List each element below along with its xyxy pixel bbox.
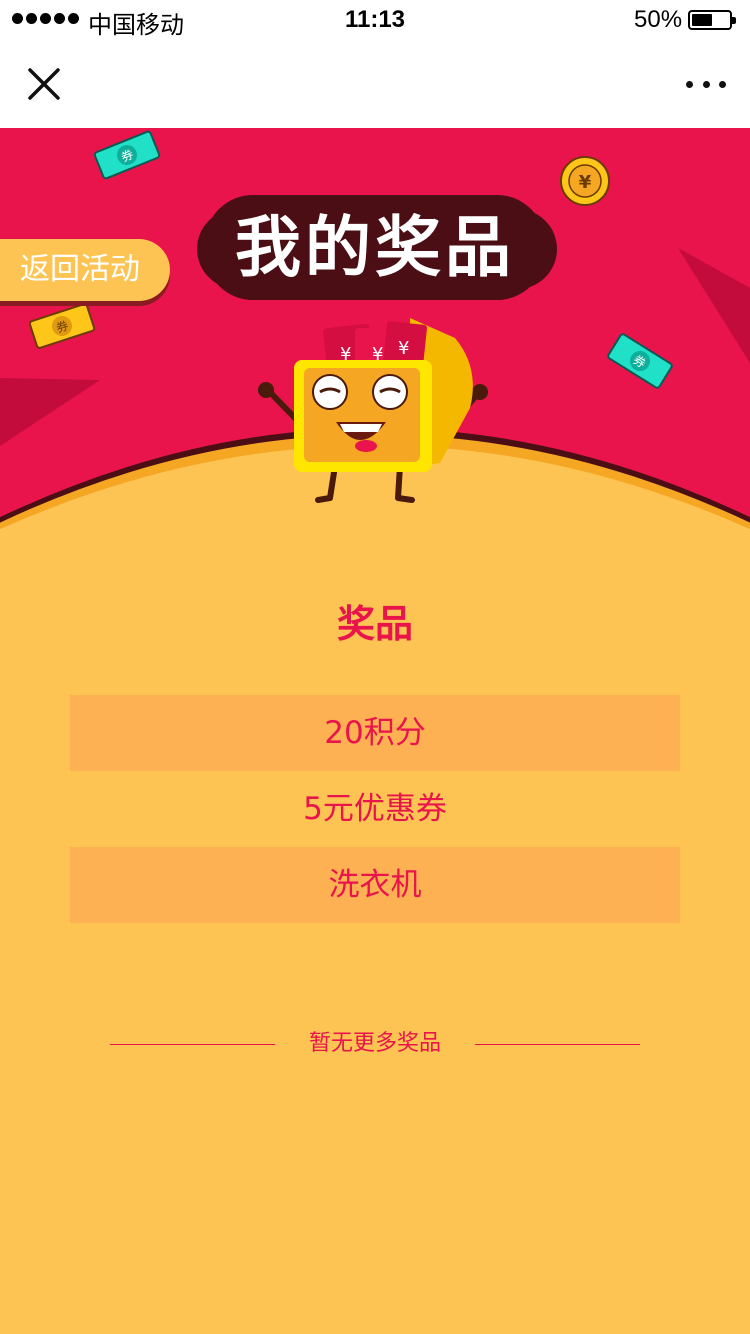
close-button[interactable] <box>24 64 64 104</box>
prize-item: 洗衣机 <box>70 847 680 923</box>
page-title-badge: 我的奖品 <box>197 195 557 300</box>
prize-heading: 奖品 <box>336 602 413 646</box>
nav-bar <box>0 40 750 128</box>
banner-decoration: 券 ¥ 券 券 ¥ ¥ ¥ <box>0 130 750 548</box>
back-button-label: 返回活动 <box>20 252 140 287</box>
prize-item: 5元优惠券 <box>303 791 447 827</box>
status-bar: 中国移动 11:13 50% <box>0 0 750 40</box>
ticket-icon: 券 <box>93 130 161 180</box>
svg-text:¥: ¥ <box>398 338 409 359</box>
ticket-icon: 券 <box>607 333 673 389</box>
more-options-button[interactable] <box>686 70 726 98</box>
close-icon <box>28 68 60 100</box>
ticket-icon: 券 <box>28 303 96 349</box>
back-to-activity-button[interactable]: 返回活动 <box>0 239 170 301</box>
more-dots-icon <box>686 80 693 88</box>
prize-section: 奖品 20积分 5元优惠券 洗衣机 暂无更多奖品 <box>0 548 750 1334</box>
page-title: 我的奖品 <box>235 209 515 286</box>
coin-glyph: ¥ <box>579 172 592 193</box>
divider-line <box>475 1044 640 1045</box>
battery-percent: 50% <box>634 6 683 33</box>
no-more-prizes-note: 暂无更多奖品 <box>0 1030 750 1060</box>
prize-item: 20积分 <box>70 695 680 771</box>
banner: 券 ¥ 券 券 ¥ ¥ ¥ 我的奖品 返回活动 <box>0 128 750 548</box>
coin-icon: ¥ <box>560 156 610 206</box>
prize-list: 20积分 5元优惠券 洗衣机 <box>70 695 680 923</box>
battery-icon <box>688 10 736 30</box>
